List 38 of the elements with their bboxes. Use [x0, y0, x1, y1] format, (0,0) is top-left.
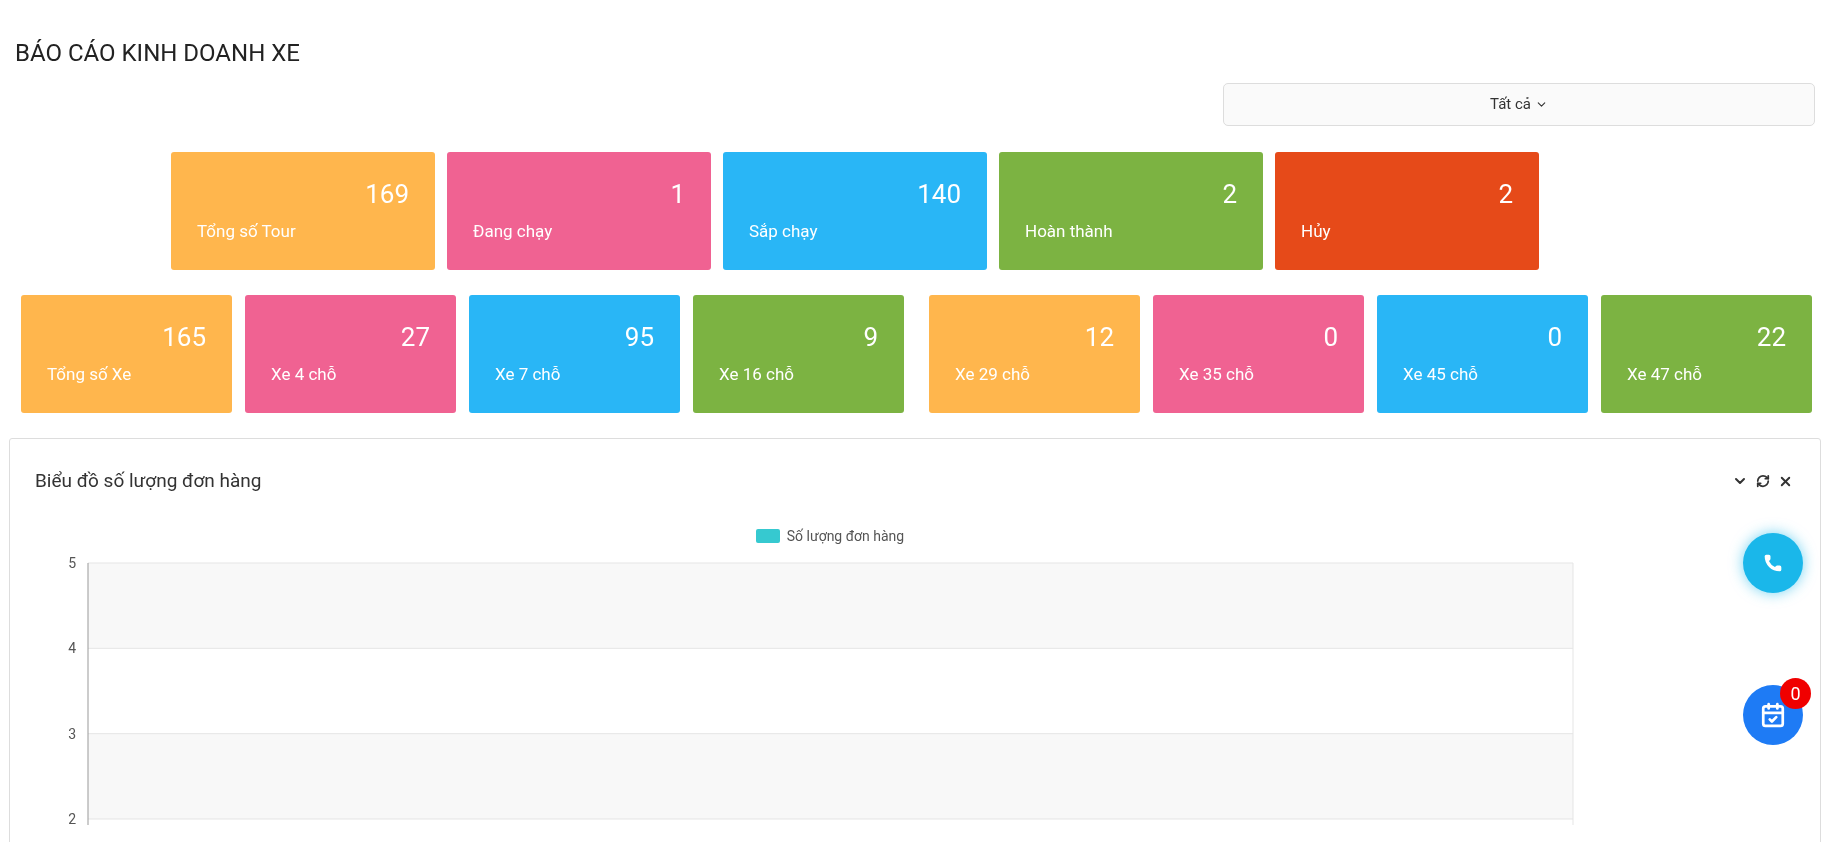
stat-label: Xe 4 chỗ: [271, 363, 338, 385]
phone-icon: [1763, 553, 1783, 573]
stat-label: Xe 16 chỗ: [719, 363, 795, 385]
stat-value: 27: [400, 321, 430, 353]
stat-label: Tổng số Tour: [197, 220, 297, 242]
stat-label: Tổng số Xe: [47, 363, 133, 385]
y-tick-label: 2: [68, 810, 76, 825]
filter-dropdown[interactable]: Tất cả: [1223, 83, 1815, 126]
y-tick-label: 5: [68, 554, 76, 571]
stat-value: 165: [162, 321, 206, 353]
stat-label: Xe 35 chỗ: [1179, 363, 1255, 385]
stat-label: Xe 29 chỗ: [955, 363, 1031, 385]
notification-badge: 0: [1780, 678, 1811, 709]
stat-label: Xe 7 chỗ: [495, 363, 562, 385]
legend-label: Số lượng đơn hàng: [786, 526, 905, 546]
stat-value: 140: [917, 178, 961, 210]
stat-label: Sắp chạy: [749, 220, 819, 242]
stat-value: 1: [670, 178, 685, 210]
panel-title: Biểu đồ số lượng đơn hàng: [35, 468, 262, 494]
refresh-icon[interactable]: [1756, 474, 1770, 489]
y-tick-label: 3: [68, 725, 76, 742]
stat-label: Xe 47 chỗ: [1627, 363, 1703, 385]
stat-value: 0: [1547, 321, 1562, 353]
stat-value: 22: [1756, 321, 1786, 353]
stat-value: 12: [1084, 321, 1114, 353]
page-title: BÁO CÁO KINH DOANH XE: [15, 38, 301, 68]
stat-value: 169: [365, 178, 409, 210]
y-tick-label: 4: [68, 639, 76, 656]
stat-value: 0: [1323, 321, 1338, 353]
stat-value: 9: [863, 321, 878, 353]
calendar-check-icon: [1760, 702, 1786, 728]
stat-value: 2: [1498, 178, 1513, 210]
stat-value: 95: [624, 321, 654, 353]
stat-label: Đang chạy: [473, 220, 554, 242]
stat-value: 2: [1222, 178, 1237, 210]
stat-label: Hủy: [1301, 220, 1332, 242]
stat-label: Hoàn thành: [1025, 220, 1114, 242]
stat-label: Xe 45 chỗ: [1403, 363, 1479, 385]
